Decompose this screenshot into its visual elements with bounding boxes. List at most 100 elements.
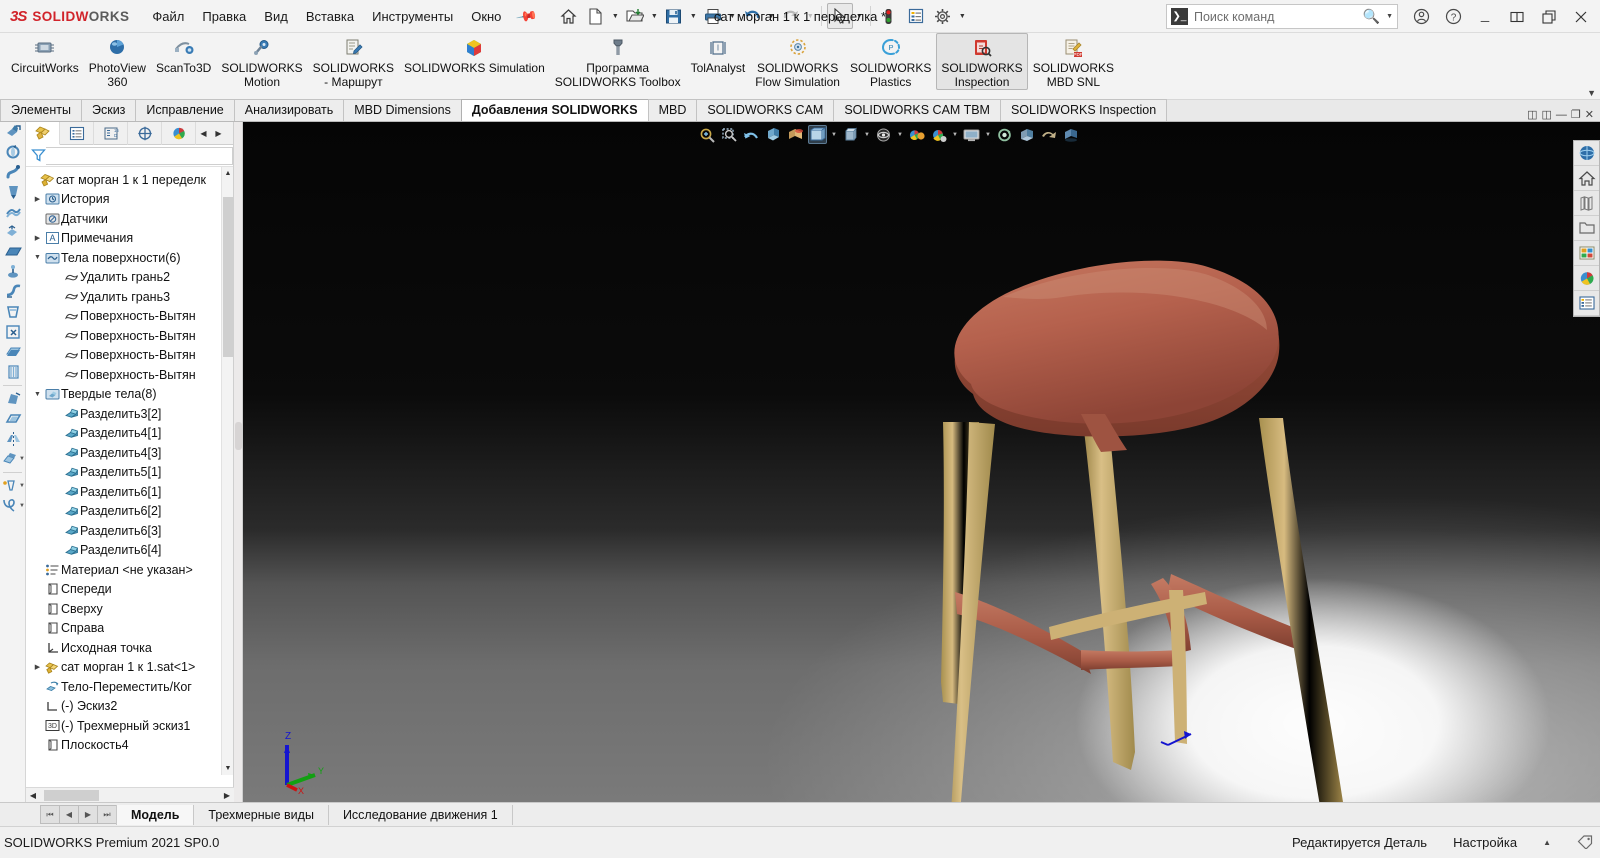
menu-item-view[interactable]: Вид [255,5,297,28]
dimxpert-manager-tab[interactable] [128,121,162,145]
lofted-boss-icon[interactable] [0,182,26,202]
tree-node[interactable]: Тело-Переместить/Ког [26,677,233,697]
tree-node[interactable]: Разделить3[2] [26,404,233,424]
user-account-icon[interactable] [1406,2,1436,32]
display-style-icon[interactable] [808,125,827,144]
thicken-icon[interactable] [0,342,26,362]
3dexperience-sphere-icon[interactable] [1574,141,1599,166]
zoom-to-fit-icon[interactable] [698,125,717,144]
tree-node[interactable]: ▶ A Примечания [26,229,233,249]
revolved-cut-icon[interactable] [0,262,26,282]
status-config-label[interactable]: Настройка [1453,835,1517,850]
menu-item-window[interactable]: Окно [462,5,510,28]
tree-node[interactable]: 3D (-) Трехмерный эскиз1 [26,716,233,736]
tree-node[interactable]: Исходная точка [26,638,233,658]
chevron-down-icon[interactable]: ▼ [830,132,838,138]
custom-properties-icon[interactable] [1574,291,1599,316]
tree-node[interactable]: Материал <не указан> [26,560,233,580]
chevron-down-icon[interactable]: ▼ [951,132,959,138]
chevron-down-icon[interactable]: ▼ [863,132,871,138]
bottom-tab-3d-views[interactable]: Трехмерные виды [194,804,329,825]
restore-view-button[interactable]: ❐ [1571,108,1581,121]
feature-manager-tab[interactable] [26,121,60,145]
property-manager-tab[interactable] [60,121,94,145]
chevron-down-icon[interactable]: ▼ [19,483,25,489]
tree-horizontal-scrollbar[interactable]: ◀ ▶ [26,787,234,802]
tree-node[interactable]: Разделить6[4] [26,541,233,561]
ribbon-button-photoview360[interactable]: PhotoView 360 [84,33,151,90]
tree-node[interactable]: Разделить4[1] [26,424,233,444]
open-dropdown-caret[interactable]: ▼ [649,3,660,29]
view-palette-icon[interactable] [1574,241,1599,266]
curves-button[interactable]: ▼ [0,496,25,516]
tree-node[interactable]: Справа [26,619,233,639]
chevron-down-icon[interactable]: ▼ [222,762,234,775]
pattern-icon[interactable] [0,449,19,469]
chevron-left-icon[interactable]: ◀ [26,791,40,800]
planar-surface-icon[interactable] [0,242,26,262]
tree-expander[interactable]: ▶ [31,195,44,203]
zoom-to-area-icon[interactable] [720,125,739,144]
mirror-icon[interactable] [0,429,26,449]
chevron-left-icon[interactable]: ◀ [196,122,211,145]
tree-scroll-thumb[interactable] [223,197,233,357]
tree-node[interactable]: Поверхность-Вытян [26,307,233,327]
extruded-boss-icon[interactable] [0,122,26,142]
tree-node[interactable]: Поверхность-Вытян [26,365,233,385]
configuration-manager-tab[interactable]: 16 D [94,121,128,145]
ribbon-button-tolanalyst[interactable]: I TolAnalyst [686,33,751,76]
tree-node[interactable]: Датчики [26,209,233,229]
display-manager-tab[interactable] [162,121,196,145]
home-icon[interactable] [556,3,582,29]
tab-solidworks-inspection[interactable]: SOLIDWORKS Inspection [999,99,1168,121]
tag-icon[interactable] [1577,834,1594,852]
tile-vertically-icon[interactable]: ◫ [1542,108,1552,121]
minimize-button[interactable]: ─ [1470,2,1500,32]
rib-icon[interactable] [0,362,26,382]
curves-icon[interactable] [0,496,19,516]
last-tab-button[interactable]: ⏭ [97,805,117,824]
realview-icon[interactable] [1039,125,1058,144]
tab-sketch[interactable]: Эскиз [80,99,137,121]
tree-node[interactable]: Поверхность-Вытян [26,346,233,366]
menu-item-file[interactable]: Файл [143,5,193,28]
tree-node[interactable]: Спереди [26,580,233,600]
chevron-down-icon[interactable]: ▼ [984,132,992,138]
tree-hscroll-thumb[interactable] [44,789,99,801]
design-library-icon[interactable] [1574,191,1599,216]
display-monitor-icon[interactable] [962,125,981,144]
ambient-occlusion-icon[interactable] [1061,125,1080,144]
chevron-up-icon[interactable]: ▲ [1543,838,1551,847]
tab-solidworks-addins[interactable]: Добавления SOLIDWORKS [460,99,649,121]
search-input[interactable] [1194,9,1357,24]
menu-item-tools[interactable]: Инструменты [363,5,462,28]
tree-node[interactable]: Сверху [26,599,233,619]
tree-node[interactable]: ▶ сат морган 1 к 1.sat<1> [26,658,233,678]
tab-mbd-dimensions[interactable]: MBD Dimensions [343,99,462,121]
tree-node[interactable]: ▶ История [26,190,233,210]
tree-expander[interactable]: ▼ [31,254,44,261]
reference-geometry-icon[interactable] [0,476,19,496]
chevron-right-icon[interactable]: ▶ [220,791,234,800]
chevron-right-icon[interactable]: ▶ [211,122,226,145]
options-dropdown-caret[interactable]: ▼ [957,3,968,29]
panel-splitter[interactable] [234,122,243,802]
splitter-grip[interactable] [235,422,242,450]
chevron-down-icon[interactable]: ▼ [1587,88,1596,98]
help-icon[interactable]: ? [1438,2,1468,32]
restore-button[interactable] [1502,2,1532,32]
pin-icon[interactable]: 📌 [509,0,546,33]
tab-solidworks-cam-tbm[interactable]: SOLIDWORKS CAM TBM [833,99,1001,121]
ribbon-button-routing[interactable]: SOLIDWORKS - Маршрут [308,33,399,90]
pattern-button[interactable]: ▼ [0,449,25,469]
tree-node[interactable]: Удалить грань2 [26,268,233,288]
tree-root-item[interactable]: сат морган 1 к 1 переделк ▲ [26,170,233,190]
graphics-viewport[interactable]: ▼ ▼ ▼ ▼ ▼ Z Y X [243,122,1600,802]
ribbon-button-plastics[interactable]: P SOLIDWORKS Plastics [845,33,936,90]
edit-appearance-icon[interactable] [874,125,893,144]
file-explorer-icon[interactable] [1574,216,1599,241]
tab-solidworks-cam[interactable]: SOLIDWORKS CAM [696,99,835,121]
tree-node[interactable]: ▼ Твердые тела(8) [26,385,233,405]
open-folder-icon[interactable] [622,3,648,29]
reference-geometry-button[interactable]: ▼ [0,476,25,496]
